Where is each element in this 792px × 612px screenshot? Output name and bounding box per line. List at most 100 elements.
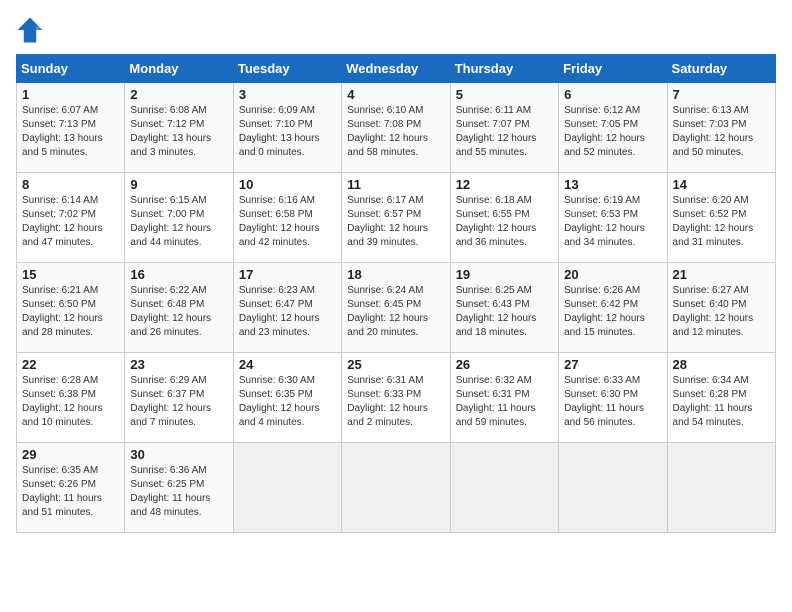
- cell-line: Sunrise: 6:29 AM: [130, 374, 227, 388]
- cell-line: and 3 minutes.: [130, 146, 227, 160]
- cell-line: and 58 minutes.: [347, 146, 444, 160]
- cell-line: and 15 minutes.: [564, 326, 661, 340]
- day-number: 10: [239, 177, 336, 192]
- cell-line: Sunrise: 6:07 AM: [22, 104, 119, 118]
- day-number: 25: [347, 357, 444, 372]
- calendar-cell: 22Sunrise: 6:28 AMSunset: 6:38 PMDayligh…: [17, 353, 125, 443]
- day-number: 20: [564, 267, 661, 282]
- cell-line: and 0 minutes.: [239, 146, 336, 160]
- cell-line: Daylight: 11 hours: [456, 402, 553, 416]
- calendar-cell: 10 Sunrise: 6:16 AMSunset: 6:58 PMDayligh…: [233, 173, 341, 263]
- cell-line: Sunset: 6:55 PM: [456, 208, 553, 222]
- calendar-cell: 30Sunrise: 6:36 AMSunset: 6:25 PMDayligh…: [125, 443, 233, 533]
- cell-line: Daylight: 12 hours: [564, 132, 661, 146]
- day-number: 6: [564, 87, 661, 102]
- calendar-cell: 19Sunrise: 6:25 AMSunset: 6:43 PMDayligh…: [450, 263, 558, 353]
- cell-line: and 36 minutes.: [456, 236, 553, 250]
- cell-line: Sunset: 6:28 PM: [673, 388, 770, 402]
- cell-line: Sunset: 6:47 PM: [239, 298, 336, 312]
- day-number: 1: [22, 87, 119, 102]
- cell-line: Sunrise: 6:17 AM: [347, 194, 444, 208]
- cell-line: Sunrise: 6:16 AM: [239, 194, 336, 208]
- cell-line: Sunset: 7:08 PM: [347, 118, 444, 132]
- cell-line: Sunrise: 6:08 AM: [130, 104, 227, 118]
- cell-line: and 52 minutes.: [564, 146, 661, 160]
- day-number: 12: [456, 177, 553, 192]
- calendar-cell: 5Sunrise: 6:11 AMSunset: 7:07 PMDaylight…: [450, 83, 558, 173]
- cell-line: Sunset: 6:58 PM: [239, 208, 336, 222]
- cell-line: Sunset: 7:07 PM: [456, 118, 553, 132]
- cell-line: Sunrise: 6:09 AM: [239, 104, 336, 118]
- cell-line: Sunset: 6:25 PM: [130, 478, 227, 492]
- cell-line: Daylight: 13 hours: [130, 132, 227, 146]
- day-number: 9: [130, 177, 227, 192]
- day-number: 17: [239, 267, 336, 282]
- calendar-week-2: 8Sunrise: 6:14 AMSunset: 7:02 PMDaylight…: [17, 173, 776, 263]
- cell-line: Sunrise: 6:13 AM: [673, 104, 770, 118]
- cell-line: Daylight: 12 hours: [239, 402, 336, 416]
- cell-line: and 50 minutes.: [673, 146, 770, 160]
- calendar-cell: 6 Sunrise: 6:12 AMSunset: 7:05 PMDaylight…: [559, 83, 667, 173]
- cell-line: Daylight: 13 hours: [22, 132, 119, 146]
- cell-line: Sunset: 7:12 PM: [130, 118, 227, 132]
- cell-line: Sunset: 7:05 PM: [564, 118, 661, 132]
- calendar-cell: [559, 443, 667, 533]
- cell-line: Daylight: 12 hours: [130, 312, 227, 326]
- cell-line: Daylight: 12 hours: [22, 402, 119, 416]
- calendar-cell: 13Sunrise: 6:19 AMSunset: 6:53 PMDayligh…: [559, 173, 667, 263]
- cell-line: Sunrise: 6:19 AM: [564, 194, 661, 208]
- cell-line: Daylight: 12 hours: [564, 312, 661, 326]
- calendar-cell: 1 Sunrise: 6:07 AMSunset: 7:13 PMDaylight…: [17, 83, 125, 173]
- calendar-cell: 17Sunrise: 6:23 AMSunset: 6:47 PMDayligh…: [233, 263, 341, 353]
- col-header-monday: Monday: [125, 55, 233, 83]
- day-number: 7: [673, 87, 770, 102]
- cell-line: Sunset: 7:03 PM: [673, 118, 770, 132]
- day-number: 30: [130, 447, 227, 462]
- cell-line: Sunset: 6:48 PM: [130, 298, 227, 312]
- cell-line: and 51 minutes.: [22, 506, 119, 520]
- cell-line: Daylight: 12 hours: [347, 402, 444, 416]
- cell-line: Daylight: 12 hours: [130, 402, 227, 416]
- day-number: 15: [22, 267, 119, 282]
- day-number: 11: [347, 177, 444, 192]
- cell-line: Sunset: 7:02 PM: [22, 208, 119, 222]
- day-number: 13: [564, 177, 661, 192]
- calendar-table: SundayMondayTuesdayWednesdayThursdayFrid…: [16, 54, 776, 533]
- cell-line: Sunset: 6:43 PM: [456, 298, 553, 312]
- calendar-cell: 3Sunrise: 6:09 AMSunset: 7:10 PMDaylight…: [233, 83, 341, 173]
- cell-line: Daylight: 12 hours: [673, 312, 770, 326]
- cell-line: and 44 minutes.: [130, 236, 227, 250]
- cell-line: Daylight: 13 hours: [239, 132, 336, 146]
- cell-line: Sunrise: 6:22 AM: [130, 284, 227, 298]
- calendar-cell: 18Sunrise: 6:24 AMSunset: 6:45 PMDayligh…: [342, 263, 450, 353]
- cell-line: Sunrise: 6:11 AM: [456, 104, 553, 118]
- day-number: 19: [456, 267, 553, 282]
- calendar-cell: 12Sunrise: 6:18 AMSunset: 6:55 PMDayligh…: [450, 173, 558, 263]
- calendar-cell: [667, 443, 775, 533]
- cell-line: Daylight: 12 hours: [239, 222, 336, 236]
- cell-line: Daylight: 12 hours: [673, 222, 770, 236]
- calendar-cell: [233, 443, 341, 533]
- cell-line: Sunrise: 6:18 AM: [456, 194, 553, 208]
- cell-line: Sunrise: 6:12 AM: [564, 104, 661, 118]
- cell-line: Sunrise: 6:34 AM: [673, 374, 770, 388]
- calendar-cell: 27Sunrise: 6:33 AMSunset: 6:30 PMDayligh…: [559, 353, 667, 443]
- cell-line: Sunset: 6:53 PM: [564, 208, 661, 222]
- cell-line: Sunset: 7:13 PM: [22, 118, 119, 132]
- logo: [16, 16, 48, 44]
- calendar-cell: 28Sunrise: 6:34 AMSunset: 6:28 PMDayligh…: [667, 353, 775, 443]
- cell-line: and 48 minutes.: [130, 506, 227, 520]
- cell-line: Sunrise: 6:21 AM: [22, 284, 119, 298]
- calendar-week-3: 15 Sunrise: 6:21 AMSunset: 6:50 PM Dayligh…: [17, 263, 776, 353]
- cell-line: and 18 minutes.: [456, 326, 553, 340]
- cell-line: Daylight: 11 hours: [130, 492, 227, 506]
- cell-line: Sunset: 6:50 PM: [22, 298, 119, 312]
- cell-line: Sunrise: 6:30 AM: [239, 374, 336, 388]
- day-number: 29: [22, 447, 119, 462]
- day-number: 2: [130, 87, 227, 102]
- col-header-wednesday: Wednesday: [342, 55, 450, 83]
- cell-line: Sunrise: 6:15 AM: [130, 194, 227, 208]
- calendar-cell: 14Sunrise: 6:20 AMSunset: 6:52 PMDayligh…: [667, 173, 775, 263]
- cell-line: Sunrise: 6:26 AM: [564, 284, 661, 298]
- calendar-cell: 26Sunrise: 6:32 AMSunset: 6:31 PMDayligh…: [450, 353, 558, 443]
